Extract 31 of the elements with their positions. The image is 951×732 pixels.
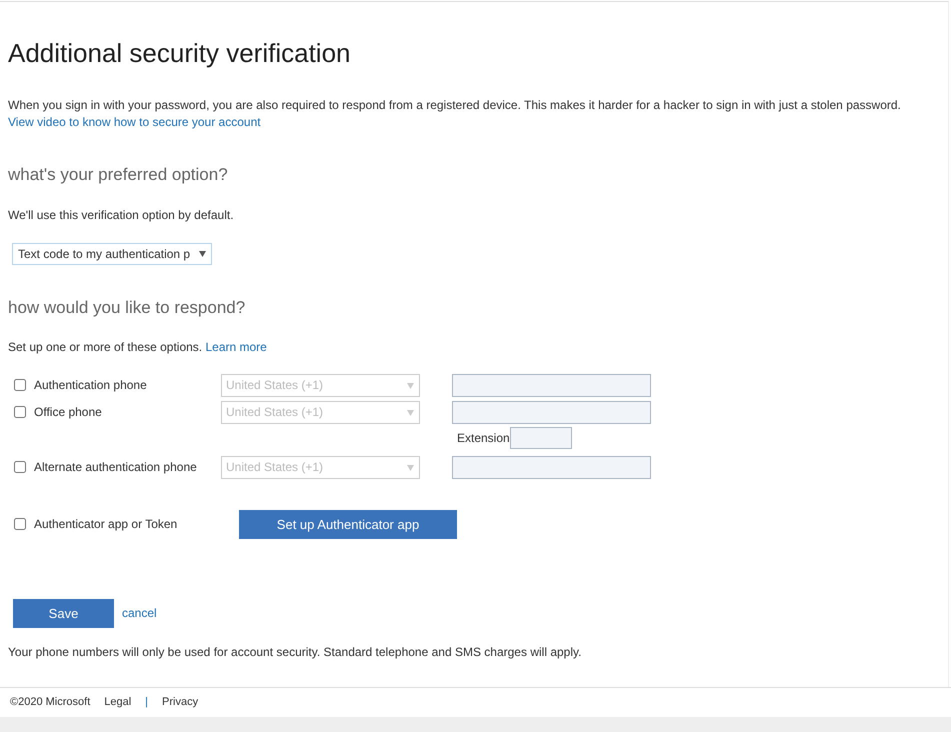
- method-label: Authentication phone: [33, 377, 148, 394]
- method-label: Office phone: [33, 404, 103, 422]
- caret-icon: [407, 464, 414, 471]
- copyright-text: ©2020 Microsoft: [10, 695, 90, 710]
- link-separator: |: [145, 695, 148, 710]
- cancel-link[interactable]: cancel: [122, 604, 157, 622]
- method-label: Alternate authentication phone: [33, 459, 198, 476]
- section-note: We'll use this verification option by default.: [8, 206, 235, 224]
- save-button[interactable]: Save: [13, 598, 114, 628]
- intro-text: When you sign in with your password, you are also required to respond from a registered device. This makes it harder for a hacker to sign in with just a stolen password.: [8, 98, 902, 114]
- method-checkbox[interactable]: [14, 518, 26, 530]
- phone-number-field[interactable]: [452, 456, 651, 479]
- page-title: Additional security verification: [8, 38, 352, 70]
- caret-icon: [407, 382, 414, 389]
- disclaimer-text: Your phone numbers will only be used for account security. Standard telephone and SMS charges will apply.: [8, 644, 582, 661]
- setup-app-button[interactable]: Set up Authenticator app: [239, 510, 457, 539]
- option-select[interactable]: Text code to my authentication p: [12, 242, 212, 265]
- phone-number-field[interactable]: [452, 374, 651, 397]
- extension-field[interactable]: [510, 426, 572, 449]
- section-heading: how would you like to respond?: [8, 298, 246, 318]
- footer-link[interactable]: Privacy: [162, 694, 198, 711]
- footer-link[interactable]: Legal: [104, 694, 132, 711]
- phone-number-field[interactable]: [452, 400, 651, 424]
- section-heading: what's your preferred option?: [8, 165, 229, 186]
- extension-label: Extension: [457, 430, 510, 447]
- caret-icon: [199, 250, 206, 258]
- caret-icon: [407, 408, 414, 416]
- method-label: Authenticator app or Token: [33, 516, 178, 534]
- section-note: Set up one or more of these options. Learn more: [8, 338, 268, 356]
- video-link[interactable]: View video to know how to secure your account: [8, 113, 261, 132]
- learn-more-link[interactable]: Learn more: [205, 340, 267, 354]
